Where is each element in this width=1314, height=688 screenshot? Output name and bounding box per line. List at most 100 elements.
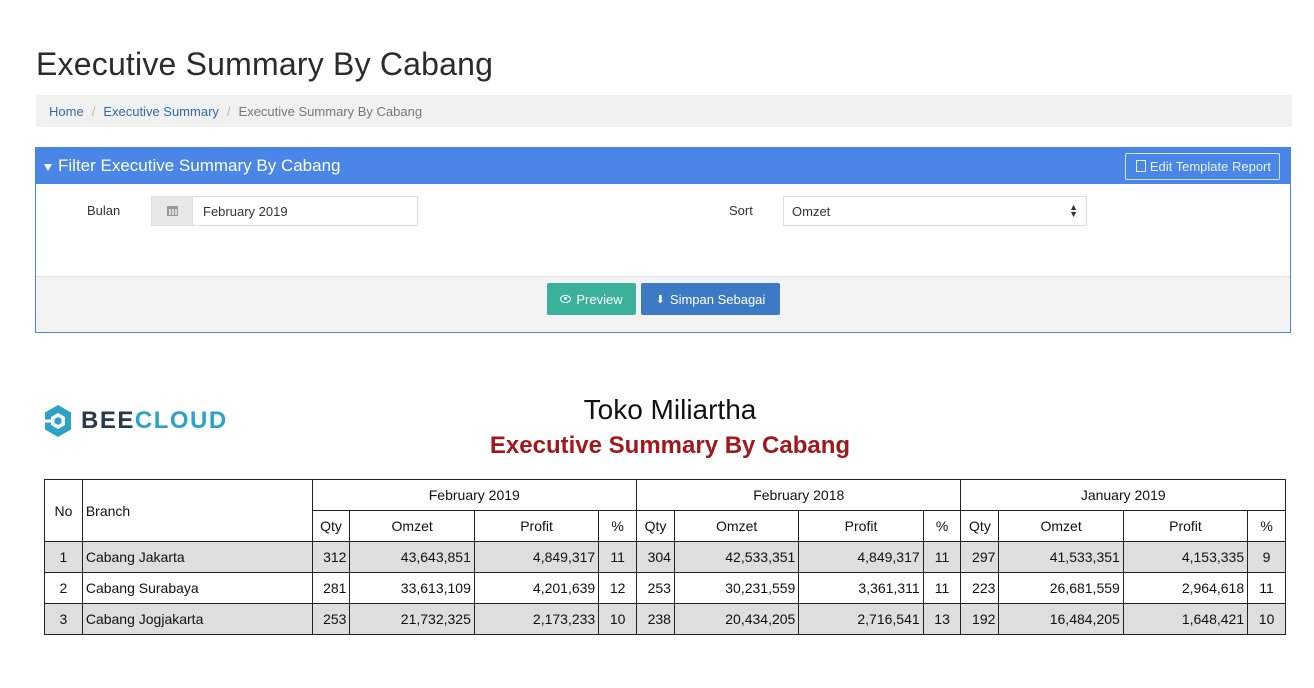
month-input[interactable] <box>193 197 417 225</box>
table-row: 2 Cabang Surabaya 281 33,613,109 4,201,6… <box>44 572 1286 604</box>
header-no: No <box>44 479 83 542</box>
header-pct: % <box>922 510 962 542</box>
cell-profit: 4,153,335 <box>1122 541 1249 573</box>
eye-icon <box>560 295 572 303</box>
cell-qty: 304 <box>636 541 675 573</box>
cell-qty: 253 <box>636 572 675 604</box>
table-row: 1 Cabang Jakarta 312 43,643,851 4,849,31… <box>44 541 1286 573</box>
header-omzet: Omzet <box>349 510 475 542</box>
cell-profit: 2,173,233 <box>473 603 600 635</box>
breadcrumb: Home / Executive Summary / Executive Sum… <box>36 95 1292 127</box>
header-branch: Branch <box>81 479 313 542</box>
logo-text-bee: BEE <box>81 407 135 434</box>
cell-pct: 11 <box>922 541 962 573</box>
cell-pct: 10 <box>1247 603 1286 635</box>
filter-panel-footer: Preview ⬇ Simpan Sebagai <box>36 276 1290 332</box>
edit-template-label: Edit Template Report <box>1149 158 1271 174</box>
breadcrumb-separator: / <box>91 103 96 119</box>
calendar-button[interactable] <box>152 197 193 225</box>
cell-omzet: 20,434,205 <box>673 603 800 635</box>
breadcrumb-current: Executive Summary By Cabang <box>238 103 423 119</box>
edit-template-report-button[interactable]: Edit Template Report <box>1124 152 1280 180</box>
page-title: Executive Summary By Cabang <box>36 46 494 82</box>
calendar-icon <box>166 206 178 216</box>
save-as-label: Simpan Sebagai <box>669 291 766 307</box>
cell-profit: 2,964,618 <box>1122 572 1249 604</box>
report-title: Executive Summary By Cabang <box>489 432 851 459</box>
report-table-container: No Branch February 2019 February 2018 Ja… <box>44 479 1286 637</box>
breadcrumb-separator: / <box>226 103 231 119</box>
cell-pct: 11 <box>922 572 962 604</box>
cell-profit: 2,716,541 <box>798 603 924 635</box>
report-table: No Branch February 2019 February 2018 Ja… <box>44 479 1286 635</box>
cell-pct: 10 <box>598 603 638 635</box>
row-no: 1 <box>44 541 83 573</box>
beecloud-logo-icon <box>45 405 71 437</box>
header-qty: Qty <box>960 510 1000 542</box>
cell-omzet: 26,681,559 <box>998 572 1124 604</box>
table-row: 3 Cabang Jogjakarta 253 21,732,325 2,173… <box>44 603 1286 635</box>
cell-profit: 4,201,639 <box>473 572 600 604</box>
cell-omzet: 43,643,851 <box>349 541 475 573</box>
row-no: 2 <box>44 572 83 604</box>
sort-label: Sort <box>729 203 753 218</box>
cell-profit: 3,361,311 <box>798 572 924 604</box>
cell-pct: 11 <box>1247 572 1286 604</box>
cell-qty: 297 <box>960 541 1000 573</box>
month-picker <box>151 196 418 226</box>
header-profit: Profit <box>473 510 600 542</box>
document-icon <box>1135 160 1146 172</box>
cell-qty: 312 <box>311 541 351 573</box>
cell-omzet: 33,613,109 <box>349 572 475 604</box>
filter-panel-header: Filter Executive Summary By Cabang Edit … <box>36 148 1290 184</box>
row-branch: Cabang Jakarta <box>81 541 313 573</box>
sort-selected-value: Omzet <box>792 203 831 219</box>
header-omzet: Omzet <box>998 510 1124 542</box>
header-pct: % <box>598 510 638 542</box>
cell-profit: 1,648,421 <box>1122 603 1249 635</box>
breadcrumb-home-link[interactable]: Home <box>49 104 84 119</box>
preview-label: Preview <box>576 291 623 307</box>
cell-qty: 281 <box>311 572 351 604</box>
header-pct: % <box>1247 510 1286 542</box>
header-qty: Qty <box>636 510 675 542</box>
cell-omzet: 41,533,351 <box>998 541 1124 573</box>
logo-text-cloud: CLOUD <box>134 407 228 434</box>
preview-button[interactable]: Preview <box>547 283 636 315</box>
header-period-1: February 2019 <box>311 479 638 511</box>
report-company-name: Toko Miliartha <box>583 394 757 425</box>
header-qty: Qty <box>311 510 351 542</box>
beecloud-wordmark: BEECLOUD <box>81 407 228 435</box>
cell-profit: 4,849,317 <box>798 541 924 573</box>
cell-pct: 11 <box>598 541 638 573</box>
cell-pct: 9 <box>1247 541 1286 573</box>
filter-panel-body: Bulan Sort Omzet ▲▼ <box>36 184 1290 277</box>
header-profit: Profit <box>1122 510 1249 542</box>
breadcrumb-executive-summary-link[interactable]: Executive Summary <box>103 104 219 119</box>
cell-pct: 13 <box>922 603 962 635</box>
cell-profit: 4,849,317 <box>473 541 600 573</box>
sort-select[interactable]: Omzet ▲ ▼ <box>783 196 1087 226</box>
row-branch: Cabang Surabaya <box>81 572 313 604</box>
header-period-2: February 2018 <box>636 479 962 511</box>
download-icon: ⬇ <box>655 293 665 306</box>
beecloud-logo: BEECLOUD <box>43 404 228 438</box>
cell-omzet: 21,732,325 <box>349 603 475 635</box>
month-label: Bulan <box>87 203 121 218</box>
cell-qty: 238 <box>636 603 675 635</box>
header-period-3: January 2019 <box>960 479 1286 511</box>
filter-panel-title: Filter Executive Summary By Cabang <box>44 156 341 176</box>
save-as-button[interactable]: ⬇ Simpan Sebagai <box>641 283 780 315</box>
cell-omzet: 16,484,205 <box>998 603 1124 635</box>
cell-pct: 12 <box>598 572 638 604</box>
header-omzet: Omzet <box>673 510 800 542</box>
cell-omzet: 30,231,559 <box>673 572 800 604</box>
row-no: 3 <box>44 603 83 635</box>
header-profit: Profit <box>798 510 924 542</box>
filter-title-text: Filter Executive Summary By Cabang <box>58 156 341 175</box>
cell-qty: 192 <box>960 603 1000 635</box>
cell-qty: 223 <box>960 572 1000 604</box>
select-arrows-icon: ▲ ▼ <box>1069 202 1078 219</box>
filter-panel: Filter Executive Summary By Cabang Edit … <box>35 147 1291 333</box>
filter-icon <box>44 163 52 171</box>
